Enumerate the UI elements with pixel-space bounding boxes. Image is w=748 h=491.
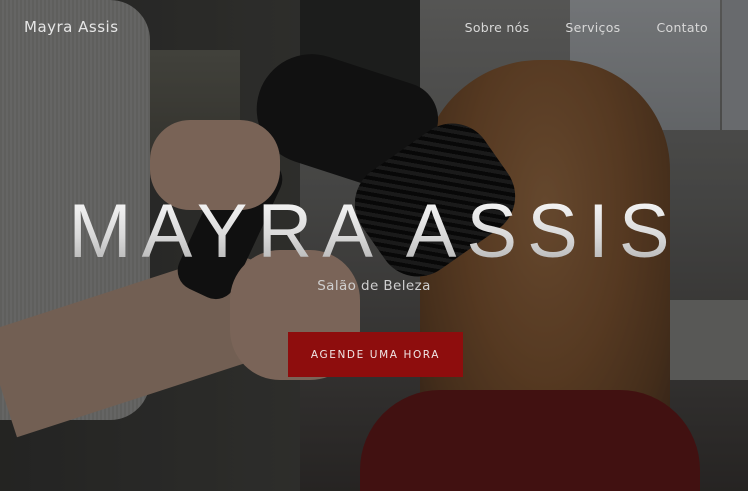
main-nav: Sobre nós Serviços Contato: [465, 20, 708, 35]
nav-item-sobre[interactable]: Sobre nós: [465, 20, 530, 35]
book-appointment-button[interactable]: AGENDE UMA HORA: [288, 332, 463, 377]
nav-item-contato[interactable]: Contato: [656, 20, 708, 35]
hero-subtitle: Salão de Beleza: [317, 278, 431, 294]
hero-title: MAYRA ASSIS: [0, 188, 748, 275]
brand-logo[interactable]: Mayra Assis: [24, 18, 119, 36]
nav-item-servicos[interactable]: Serviços: [565, 20, 620, 35]
